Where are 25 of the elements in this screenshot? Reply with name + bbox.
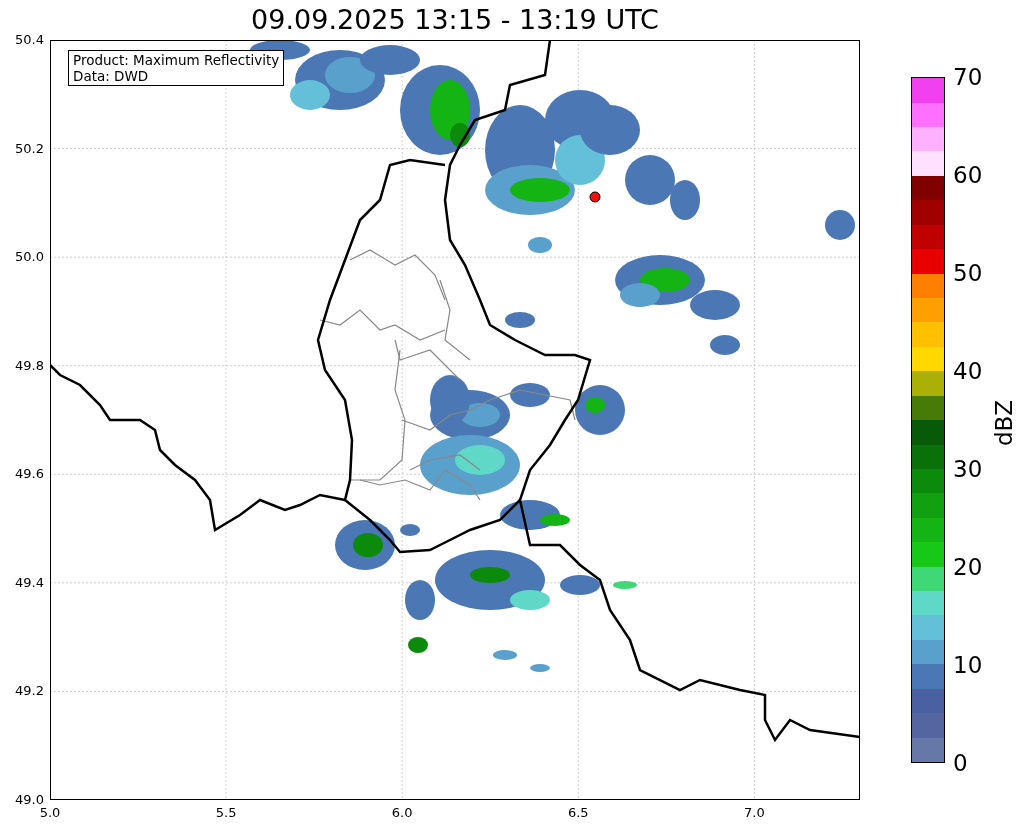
x-tick-label: 5.5 xyxy=(214,806,238,820)
chart-title: 09.09.2025 13:15 - 13:19 UTC xyxy=(250,3,660,37)
x-tick-label: 7.0 xyxy=(743,806,766,820)
info-text: Product: Maximum Reflectivity xyxy=(73,52,280,68)
x-tick-label: 6.5 xyxy=(566,806,590,820)
x-tick-label: 5.0 xyxy=(38,806,62,820)
y-tick-label: 49.6 xyxy=(14,467,44,482)
y-tick-label: 49.8 xyxy=(14,358,44,373)
y-tick-label: 49.2 xyxy=(14,684,44,699)
y-tick-label: 50.2 xyxy=(14,141,44,156)
y-tick-label: 49.0 xyxy=(14,793,44,807)
colorbar-label: dBZ xyxy=(991,399,1017,447)
colorbar-tick-label: 0 xyxy=(953,750,968,776)
colorbar-tick-label: 20 xyxy=(953,554,983,580)
colorbar-tick-label: 60 xyxy=(953,162,983,188)
colorbar-tick-label: 10 xyxy=(953,652,983,678)
colorbar-tick-label: 30 xyxy=(953,456,983,482)
y-tick-label: 50.0 xyxy=(14,250,44,265)
y-tick-label: 50.4 xyxy=(14,33,44,47)
info-text: Data: DWD xyxy=(73,68,150,84)
colorbar-tick-label: 50 xyxy=(953,260,983,286)
x-tick-label: 6.0 xyxy=(390,806,414,820)
y-tick-label: 49.4 xyxy=(14,575,44,590)
colorbar-tick-label: 70 xyxy=(953,64,983,90)
colorbar-tick-label: 40 xyxy=(953,358,983,384)
